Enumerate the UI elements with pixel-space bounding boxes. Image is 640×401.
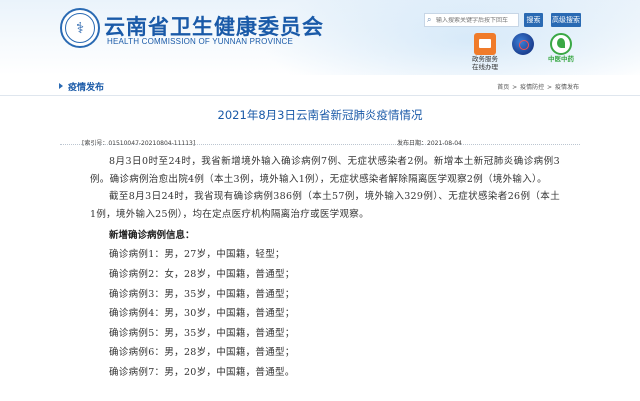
case-item: 确诊病例4：男，30岁，中国籍，普通型；	[109, 308, 295, 320]
case-item: 确诊病例1：男，27岁，中国籍，轻型；	[109, 249, 285, 261]
government-service-icon	[474, 33, 496, 55]
page-title: 2021年8月3日云南省新冠肺炎疫情情况	[217, 108, 423, 122]
breadcrumb-epidemic-release[interactable]: 疫情发布	[555, 84, 579, 91]
tcm-leaf-icon	[550, 33, 572, 55]
case-item: 确诊病例6：男，28岁，中国籍，普通型；	[109, 347, 295, 359]
breadcrumb-separator: >	[512, 84, 518, 91]
emblem-inner: ⚕	[65, 13, 95, 43]
section-marker-icon	[59, 83, 63, 89]
breadcrumb-separator: >	[547, 84, 553, 91]
index-number: [索引号：01510047-20210804-11113]	[82, 140, 196, 147]
case-list-heading: 新增确诊病例信息：	[109, 230, 195, 242]
health-emblem-icon[interactable]: ⚕	[60, 8, 100, 48]
search-button[interactable]: 搜索	[524, 13, 543, 27]
article-paragraph: 截至8月3日24时，我省现有确诊病例386例（本土57例，境外输入329例）、无…	[90, 191, 560, 220]
site-subtitle: HEALTH COMMISSION OF YUNNAN PROVINCE	[107, 37, 294, 46]
publish-date: 发布日期：2021-08-04	[397, 140, 462, 147]
breadcrumb: 首页 > 疫情防控 > 疫情发布	[496, 82, 579, 91]
breadcrumb-home[interactable]: 首页	[497, 84, 509, 91]
breadcrumb-epidemic-control[interactable]: 疫情防控	[520, 84, 544, 91]
quick-link-tcm[interactable]: 中医中药	[544, 33, 578, 63]
quick-link-covid-info[interactable]	[506, 33, 540, 55]
search-input[interactable]	[436, 16, 518, 24]
quick-link-label: 中医中药	[548, 55, 574, 63]
case-item: 确诊病例5：男，35岁，中国籍，普通型；	[109, 327, 295, 339]
search-box[interactable]: ⌕	[424, 13, 519, 27]
quick-link-label: 政务服务	[472, 55, 498, 63]
article-paragraph: 8月3日0时至24时，我省新增境外输入确诊病例7例、无症状感染者2例。新增本土新…	[90, 156, 560, 185]
quick-link-government-service[interactable]: 政务服务 在线办理	[468, 33, 502, 71]
covid-info-icon	[512, 33, 534, 55]
search-icon: ⌕	[427, 15, 432, 24]
quick-link-label: 在线办理	[472, 63, 498, 71]
case-item: 确诊病例7：男，20岁，中国籍，普通型。	[109, 366, 295, 378]
section-nav: 疫情发布 首页 > 疫情防控 > 疫情发布	[0, 78, 640, 96]
case-item: 确诊病例3：男，35岁，中国籍，普通型；	[109, 288, 295, 300]
article-body: 8月3日0时至24时，我省新增境外输入确诊病例7例、无症状感染者2例。新增本土新…	[90, 153, 560, 383]
article-meta: [索引号：01510047-20210804-11113] 发布日期：2021-…	[60, 131, 580, 147]
site-header: ⚕ 云南省卫生健康委员会 HEALTH COMMISSION OF YUNNAN…	[0, 0, 640, 75]
section-label[interactable]: 疫情发布	[68, 80, 104, 93]
case-item: 确诊病例2：女，28岁，中国籍，普通型；	[109, 268, 295, 280]
advanced-search-button[interactable]: 高级搜索	[551, 13, 581, 27]
